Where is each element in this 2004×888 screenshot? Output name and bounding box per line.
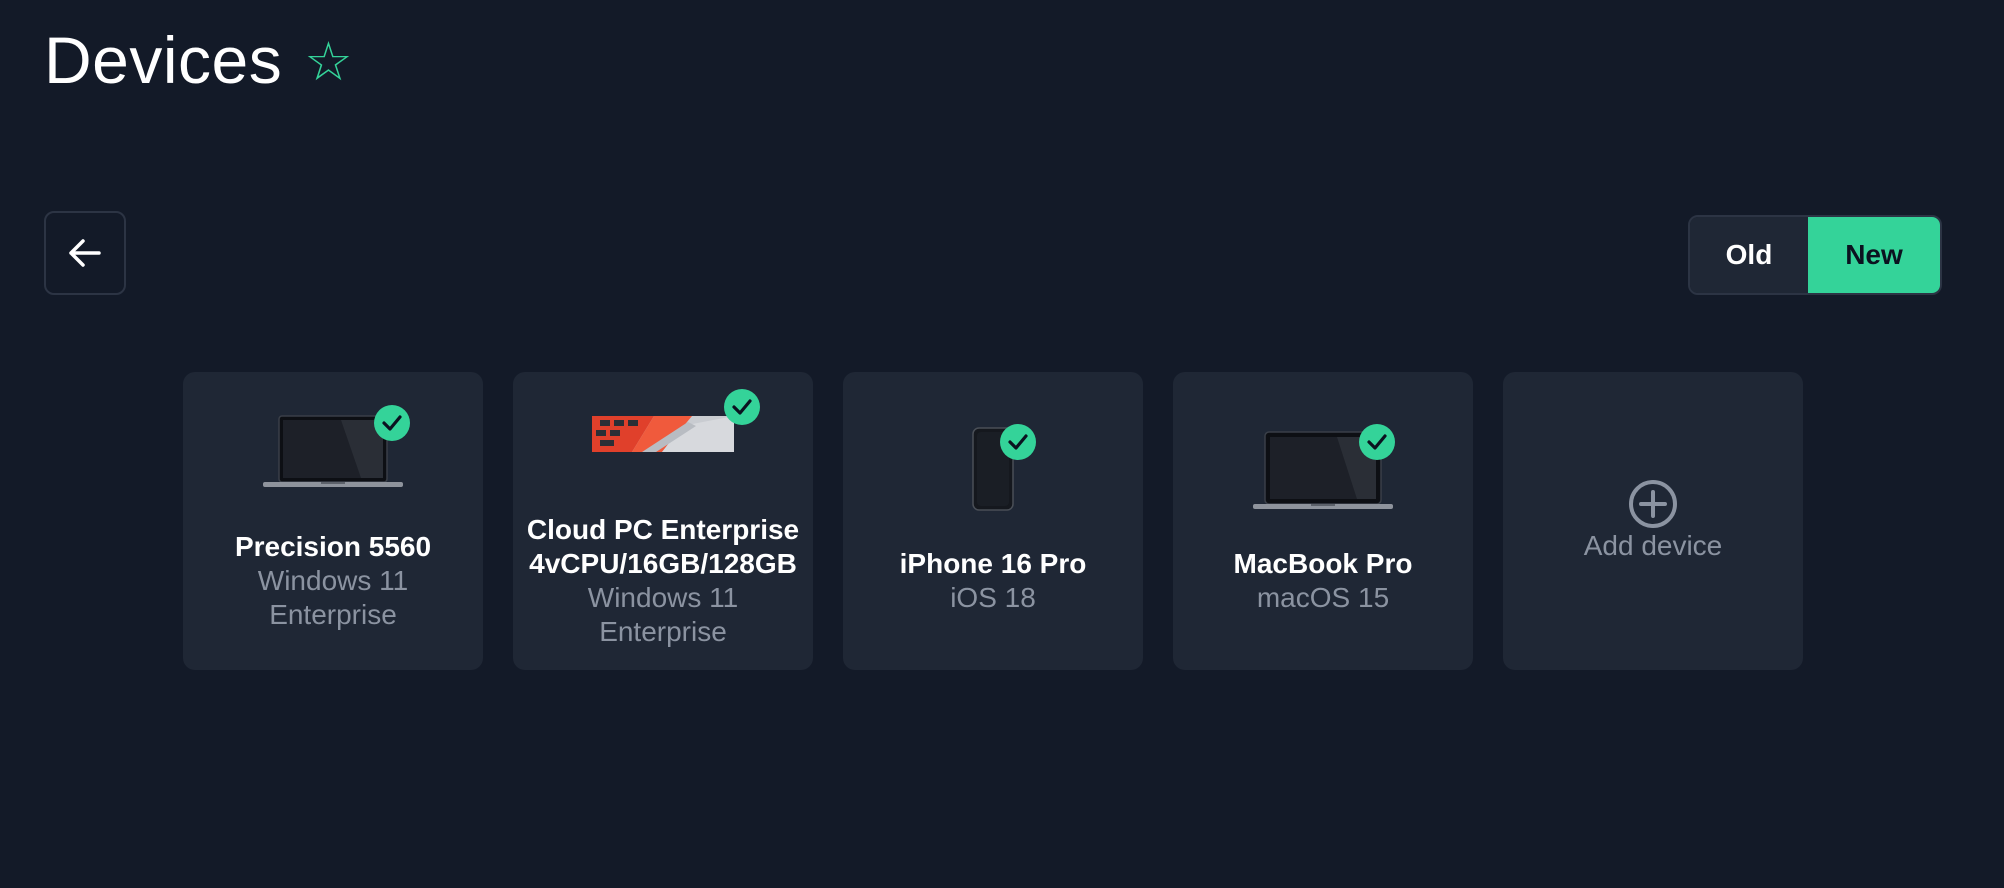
arrow-left-icon [69, 239, 101, 267]
toggle-option-old[interactable]: Old [1690, 217, 1808, 293]
device-card-macbook-pro[interactable]: MacBook Pro macOS 15 [1173, 372, 1473, 670]
device-os: Windows 11 [587, 582, 739, 613]
device-os: Enterprise [599, 616, 727, 647]
cloud-pc-banner-image [592, 416, 734, 452]
plus-circle-icon [1629, 480, 1677, 528]
check-icon [1359, 424, 1395, 460]
device-name-line-1: Cloud PC Enterprise [526, 514, 800, 545]
page-title: Devices [44, 23, 283, 97]
device-os: macOS 15 [1256, 582, 1390, 613]
device-card-iphone-16-pro[interactable]: iPhone 16 Pro iOS 18 [843, 372, 1143, 670]
device-card-precision-5560[interactable]: Precision 5560 Windows 11 Enterprise [183, 372, 483, 670]
check-icon [1000, 424, 1036, 460]
old-new-toggle[interactable]: Old New [1688, 215, 1942, 295]
check-icon [374, 405, 410, 441]
device-card-list: Precision 5560 Windows 11 Enterprise Clo… [183, 372, 1803, 670]
device-name: iPhone 16 Pro [899, 548, 1087, 579]
device-os: iOS 18 [950, 582, 1036, 613]
add-device-label: Add device [1583, 530, 1723, 561]
device-os: Enterprise [269, 599, 397, 630]
check-icon [724, 389, 760, 425]
star-outline-icon[interactable]: ☆ [304, 35, 352, 89]
device-name-line-2: 4vCPU/16GB/128GB [529, 548, 797, 579]
toggle-option-new[interactable]: New [1808, 217, 1940, 293]
add-device-card[interactable]: Add device [1503, 372, 1803, 670]
device-name: MacBook Pro [1233, 548, 1413, 579]
device-card-cloud-pc-enterprise[interactable]: Cloud PC Enterprise 4vCPU/16GB/128GB Win… [513, 372, 813, 670]
page-header: Devices ☆ [44, 22, 353, 98]
device-os: Windows 11 [257, 565, 409, 596]
back-button[interactable] [44, 211, 126, 295]
device-name: Precision 5560 [234, 531, 432, 562]
